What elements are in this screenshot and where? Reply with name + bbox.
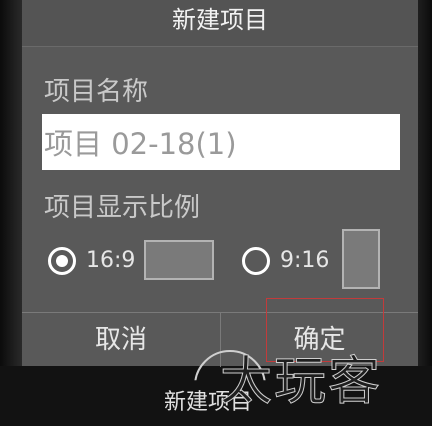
ratio-9-16-preview bbox=[342, 229, 380, 289]
background-left-edge bbox=[0, 0, 22, 426]
display-ratio-label: 项目显示比例 bbox=[44, 193, 201, 223]
ratio-9-16-label[interactable]: 9:16 bbox=[280, 247, 329, 275]
ratio-16-9-radio[interactable] bbox=[48, 247, 76, 275]
project-name-label: 项目名称 bbox=[44, 77, 149, 107]
project-name-input[interactable] bbox=[42, 114, 400, 170]
watermark-logo: 太玩客 bbox=[219, 352, 383, 413]
dialog-title: 新建项目 bbox=[172, 6, 268, 34]
cancel-button[interactable]: 取消 bbox=[22, 313, 220, 367]
ratio-16-9-preview bbox=[144, 240, 214, 280]
ratio-9-16-radio[interactable] bbox=[242, 247, 270, 275]
dialog-header: 新建项目 bbox=[22, 0, 418, 47]
ratio-16-9-label[interactable]: 16:9 bbox=[86, 247, 135, 275]
